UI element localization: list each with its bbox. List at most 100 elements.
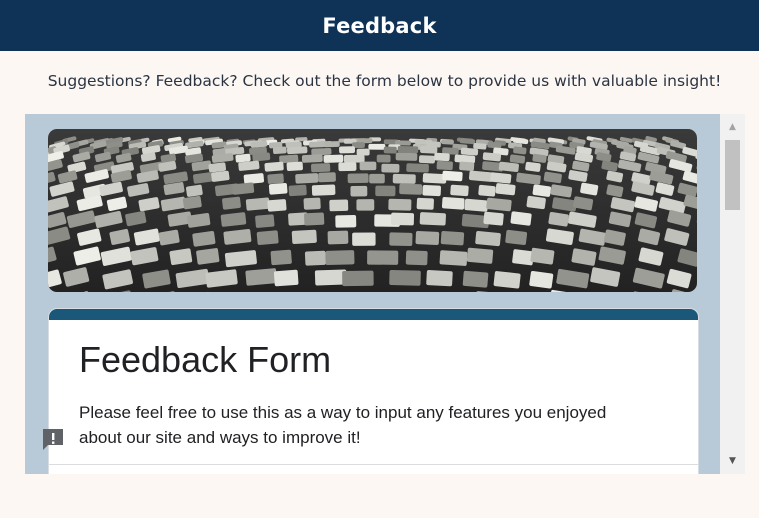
cobblestone [338,162,357,172]
form-title: Feedback Form [79,339,332,380]
scroll-thumb[interactable] [725,140,740,210]
cobblestone [416,197,434,210]
cobblestone [243,173,265,185]
page-title: Feedback [322,13,437,38]
form-title-card: Feedback Form Please feel free to use th… [48,308,699,474]
cobblestone [460,147,479,156]
report-feedback-icon[interactable] [40,426,66,452]
cobblestone [273,269,299,287]
cobblestone [267,199,287,212]
cobblestone [426,270,453,287]
cobblestone [314,269,347,286]
cobblestone [395,152,418,161]
frame-scrollbar[interactable]: ▲ ▼ [720,114,745,474]
cobblestone [311,184,336,196]
cobblestone [235,153,251,163]
cobblestone [464,198,489,212]
cobblestone [389,269,421,286]
cobblestone [420,146,438,154]
cobblestone [418,155,436,164]
cobblestone [286,146,308,155]
cobblestone [478,184,496,197]
cobblestone [295,173,319,184]
cobblestone [304,212,325,226]
cobblestone [339,146,356,154]
cobblestone [529,270,554,289]
cobblestone [495,183,516,196]
cobblestone [442,170,463,182]
cobblestone [436,160,453,171]
cobblestone [245,268,278,286]
cobblestone [390,212,415,226]
cobblestone [327,230,349,245]
cobblestone [459,161,475,171]
form-description: Please feel free to use this as a way to… [79,403,607,447]
cobblestone [303,197,321,210]
cobblestone [356,199,375,211]
cobblestone [368,143,386,150]
cobblestone [272,146,287,155]
cobblestone [381,163,400,173]
cobblestone [505,229,528,245]
intro-text: Suggestions? Feedback? Check out the for… [47,72,722,90]
cobblestone [388,198,412,211]
cobblestone [232,182,255,195]
cobblestone [462,270,489,288]
cobblestone [359,161,377,171]
scroll-up-arrow-icon[interactable]: ▲ [720,117,745,137]
cobblestone [441,196,465,210]
cobblestone [311,147,332,156]
cobblestone [389,232,413,247]
cobblestone [375,185,396,197]
cobblestone [342,270,374,287]
cobblestone [286,161,303,171]
cobblestone [450,184,469,197]
cobblestone [526,195,546,210]
cobblestone [510,211,532,226]
cobblestone [415,230,440,246]
cobblestone [439,250,468,266]
cobblestone [422,184,441,197]
cobblestone [343,154,365,163]
cobblestone [256,230,279,245]
embedded-form-frame[interactable]: Feedback Form Please feel free to use th… [25,114,745,474]
cobblestone [329,199,349,212]
cobblestone [270,249,292,266]
cobblestone [318,172,336,183]
cobblestone [264,161,284,172]
site-header: Feedback [0,0,759,51]
cobblestone [397,145,419,154]
cobblestone [268,183,288,195]
cobblestone [309,141,326,148]
cobblestone [222,196,241,210]
cobblestone [301,154,323,163]
form-header-image [48,129,697,292]
cobblestone [352,232,376,246]
cobblestone [440,230,465,246]
cobblestone [325,250,355,266]
cobblestone [376,154,391,163]
cobblestone [399,183,423,195]
cobblestone [369,173,385,184]
cobblestone [323,141,340,148]
cobblestone [288,184,307,197]
cobblestone [406,163,429,173]
cobblestone [252,152,271,162]
cobblestone [419,212,446,226]
cobblestone [434,152,450,162]
scroll-down-arrow-icon[interactable]: ▼ [720,451,745,471]
cobblestone [356,148,370,156]
cobblestone [383,146,397,154]
cobblestone [304,250,326,266]
cobblestone [483,211,504,226]
card-divider [49,464,698,465]
cobblestone [493,271,521,289]
cobblestone [441,139,454,145]
cobblestone [392,173,416,184]
cobblestone [310,163,331,173]
cobblestone [335,215,357,228]
cobblestone [350,185,368,197]
cobblestone [475,231,501,247]
cobblestone [255,214,275,228]
cobblestone [323,154,344,163]
